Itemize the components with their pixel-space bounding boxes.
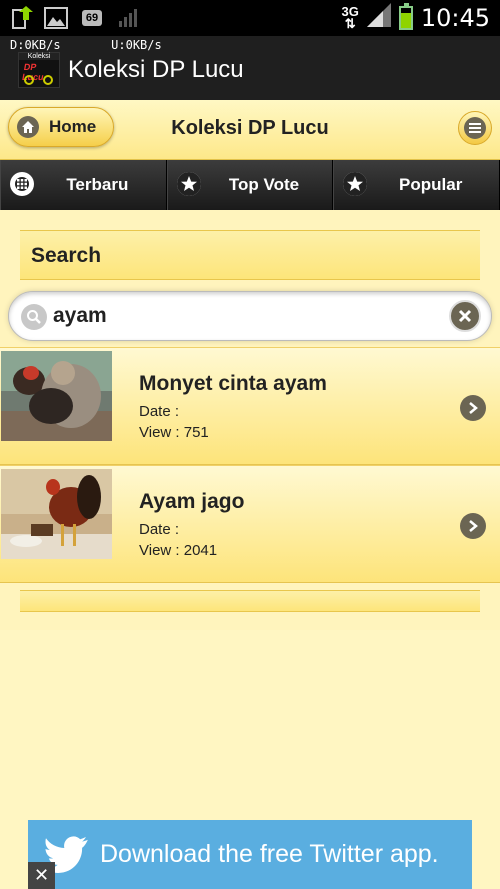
result-thumbnail bbox=[1, 351, 112, 441]
tab-popular[interactable]: Popular bbox=[333, 160, 500, 210]
ad-banner[interactable]: Download the free Twitter app. bbox=[28, 820, 472, 889]
tab-top-vote[interactable]: Top Vote bbox=[166, 160, 334, 210]
chevron-right-icon bbox=[460, 395, 486, 421]
signal-bars-icon bbox=[116, 6, 140, 30]
app-title: Koleksi DP Lucu bbox=[68, 56, 244, 83]
status-bar: 69 3G ⇅ 10:45 bbox=[0, 0, 500, 36]
menu-icon bbox=[464, 117, 486, 139]
net-speed: D:0KB/s U:0KB/s bbox=[10, 38, 162, 52]
search-icon bbox=[21, 304, 47, 330]
search-label: Search bbox=[31, 244, 102, 267]
chevron-right-icon bbox=[460, 513, 486, 539]
clear-search-button[interactable] bbox=[449, 300, 481, 332]
search-field[interactable] bbox=[8, 291, 492, 341]
network-type: 3G ⇅ bbox=[341, 3, 359, 31]
item-date: Date : bbox=[139, 403, 180, 420]
star-icon bbox=[176, 172, 201, 196]
item-title: Ayam jago bbox=[139, 490, 245, 513]
notification-count-icon: 69 bbox=[78, 6, 106, 30]
upload-icon bbox=[10, 6, 34, 30]
list-item[interactable]: Ayam jago Date : View : 2041 bbox=[0, 465, 500, 583]
item-view-count: View : 2041 bbox=[139, 542, 218, 559]
item-date: Date : bbox=[139, 521, 180, 538]
app-logo: Koleksi DP Lucu bbox=[18, 52, 60, 88]
nav-bar: Terbaru Top Vote Popular bbox=[0, 160, 500, 210]
network-label: 3G bbox=[341, 3, 359, 19]
page-title: Koleksi DP Lucu bbox=[171, 117, 329, 139]
logo-top-text: Koleksi bbox=[19, 53, 59, 60]
app-title-bar: D:0KB/s U:0KB/s Koleksi DP Lucu Koleksi … bbox=[0, 36, 500, 100]
content-footer bbox=[20, 590, 480, 612]
status-notifications: 69 bbox=[10, 6, 140, 30]
grid-icon bbox=[10, 172, 34, 196]
star-icon bbox=[343, 172, 368, 196]
tab-terbaru[interactable]: Terbaru bbox=[0, 160, 167, 210]
result-thumbnail bbox=[1, 469, 112, 559]
menu-button[interactable] bbox=[458, 111, 492, 145]
list-item[interactable]: Monyet cinta ayam Date : View : 751 bbox=[0, 347, 500, 465]
clock: 10:45 bbox=[420, 3, 490, 32]
image-icon bbox=[44, 6, 68, 30]
close-icon: ✕ bbox=[33, 865, 50, 885]
ad-text: Download the free Twitter app. bbox=[100, 840, 439, 868]
item-title: Monyet cinta ayam bbox=[139, 372, 327, 395]
cell-signal-icon bbox=[366, 3, 391, 32]
main-content: Search Monyet ci bbox=[0, 210, 500, 630]
results-list: Monyet cinta ayam Date : View : 751 Ayam… bbox=[0, 347, 500, 583]
battery-icon bbox=[398, 2, 413, 30]
search-section-header: Search bbox=[20, 230, 480, 280]
notification-count: 69 bbox=[81, 10, 103, 26]
search-input[interactable] bbox=[53, 298, 433, 334]
ad-close-button[interactable]: ✕ bbox=[28, 862, 55, 889]
status-system: 3G ⇅ 10:45 bbox=[341, 2, 490, 32]
close-icon bbox=[458, 309, 472, 323]
page-header: Home Koleksi DP Lucu bbox=[0, 100, 500, 160]
item-view-count: View : 751 bbox=[139, 424, 209, 441]
